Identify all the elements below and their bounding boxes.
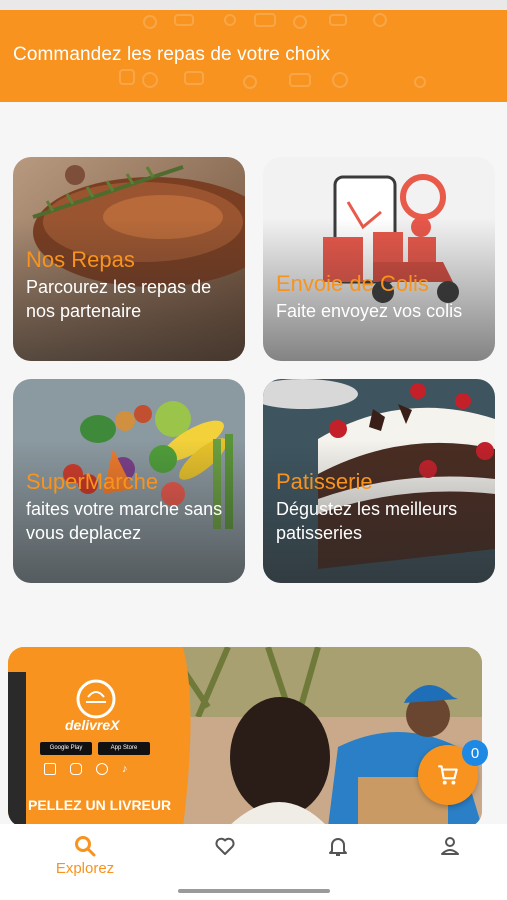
tiktok-icon[interactable]: ♪ xyxy=(122,763,134,775)
app-header: Commandez les repas de votre choix xyxy=(0,10,507,102)
category-card-repas[interactable]: Nos Repas Parcourez les repas de nos par… xyxy=(13,157,245,361)
banner-cta: PELLEZ UN LIVREUR xyxy=(28,797,172,813)
heart-icon xyxy=(215,837,235,855)
facebook-icon[interactable] xyxy=(44,763,56,775)
app-store-badge[interactable]: App Store xyxy=(98,742,150,755)
category-description: faites votre marche sans vous deplacez xyxy=(26,499,223,543)
brand-name: delivreX xyxy=(65,717,120,733)
google-play-badge[interactable]: Google Play xyxy=(40,742,92,755)
user-icon xyxy=(441,837,459,855)
whatsapp-icon[interactable] xyxy=(96,763,108,775)
category-title: SuperMarche xyxy=(26,469,159,494)
category-title: Envoie de Colis xyxy=(276,271,429,296)
home-indicator[interactable] xyxy=(178,889,330,893)
nav-item-favorites[interactable] xyxy=(185,834,265,884)
nav-item-profile[interactable] xyxy=(410,834,490,884)
instagram-icon[interactable] xyxy=(70,763,82,775)
nav-item-notifications[interactable] xyxy=(298,834,378,884)
nav-item-label: Explorez xyxy=(55,860,115,877)
category-title: Patisserie xyxy=(276,469,373,494)
status-bar xyxy=(0,0,507,10)
cart-icon xyxy=(438,765,458,785)
social-icons: ♪ xyxy=(44,763,134,775)
search-icon xyxy=(75,836,96,857)
category-description: Parcourez les repas de nos partenaire xyxy=(26,277,212,321)
nav-item-explorez[interactable]: Explorez xyxy=(45,834,125,884)
page-title: Commandez les repas de votre choix xyxy=(13,44,331,65)
category-description: Faite envoyez vos colis xyxy=(276,301,463,321)
category-card-patisserie[interactable]: Patisserie Dégustez les meilleurs patiss… xyxy=(263,379,495,583)
bell-icon xyxy=(329,838,347,856)
category-description: Dégustez les meilleurs patisseries xyxy=(276,499,458,543)
category-title: Nos Repas xyxy=(26,247,135,272)
promo-banner[interactable]: delivreX Google Play App Store ♪ PELLEZ … xyxy=(8,647,482,827)
category-card-supermarche[interactable]: SuperMarche faites votre marche sans vou… xyxy=(13,379,245,583)
cart-count-badge: 0 xyxy=(462,740,488,766)
category-card-colis[interactable]: Envoie de Colis Faite envoyez vos colis xyxy=(263,157,495,361)
